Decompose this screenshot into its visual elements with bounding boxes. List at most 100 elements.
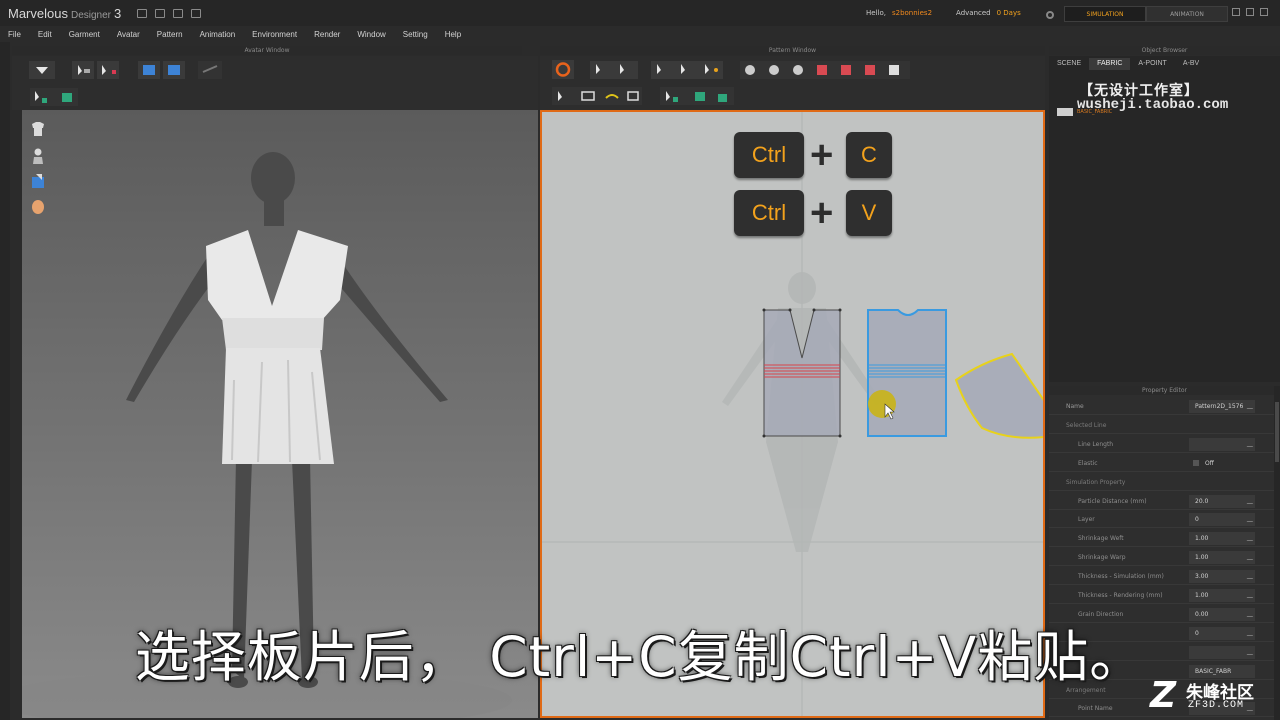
property-row: Layer 0: [1049, 511, 1274, 529]
menu-file[interactable]: File: [0, 30, 30, 39]
property-label: Name: [1066, 403, 1084, 410]
menu-animation[interactable]: Animation: [192, 30, 245, 39]
logo-sub: Designer: [70, 9, 111, 21]
license-plan: Advanced: [956, 9, 991, 17]
v-key: V: [846, 190, 892, 236]
avatar-body-icon[interactable]: [30, 147, 46, 165]
property-label: Shrinkage Warp: [1078, 554, 1126, 562]
open-folder-icon[interactable]: [155, 8, 166, 18]
quick-access-toolbar: [137, 8, 202, 18]
title-bar: Marvelous Designer 3 Hello, s2bonnies2 A…: [0, 0, 1280, 26]
property-row: Shrinkage Weft 1.00: [1049, 530, 1274, 548]
license-days: 0 Days: [996, 9, 1021, 17]
corner-watermark: Z 朱峰社区 ZF3D.COM: [1150, 678, 1276, 718]
avatar-tool-pin-icon[interactable]: [198, 61, 222, 79]
fabric-list-item[interactable]: BASIC_FABRIC: [1057, 108, 1112, 116]
video-subtitle: 选择板片后， Ctrl+C复制Ctrl+V粘贴。: [134, 625, 1146, 689]
pattern-toolbar-icons: [552, 60, 910, 105]
plus-sign-bottom: +: [810, 191, 834, 235]
property-row: Elastic Off: [1049, 455, 1274, 472]
simulate-toggle-icon[interactable]: [552, 60, 574, 79]
property-value: 20.0: [1195, 497, 1209, 505]
property-value: Pattern2D_1576: [1195, 403, 1244, 410]
watermark-z-logo: Z: [1150, 675, 1177, 716]
tab-a-bv[interactable]: A-BV: [1175, 58, 1207, 70]
logo-main: Marvelous: [8, 5, 68, 21]
plus-sign-top: +: [810, 133, 834, 177]
avatar-tool-down-arrow-icon[interactable]: [29, 61, 55, 79]
minimize-icon[interactable]: [1232, 8, 1240, 16]
select-mesh-pattern-icon[interactable]: [660, 87, 734, 105]
avatar-toolbar-icons: [29, 61, 222, 106]
fabric-swatch: [1057, 108, 1073, 116]
elastic-checkbox[interactable]: [1193, 459, 1199, 466]
watermark-community-url: ZF3D.COM: [1188, 700, 1245, 711]
avatar-texture-icon[interactable]: [30, 172, 46, 190]
property-value: Off: [1205, 459, 1214, 467]
app-window: Marvelous Designer 3 Hello, s2bonnies2 A…: [0, 0, 1280, 720]
hello-label: Hello,: [866, 9, 886, 17]
property-value: 3.00: [1195, 573, 1209, 581]
property-row[interactable]: Simulation Property: [1049, 474, 1274, 491]
edit-curve-icon[interactable]: [651, 61, 723, 79]
avatar-head-icon[interactable]: [30, 198, 46, 216]
avatar-tool-select-mesh-icon[interactable]: [30, 88, 78, 106]
property-label: Line Length: [1078, 440, 1114, 448]
property-label: Particle Distance (mm): [1078, 497, 1147, 505]
username-link[interactable]: s2bonnies2: [892, 9, 932, 17]
avatar-tool-pants-icon[interactable]: [163, 61, 185, 79]
transform-pattern-icon[interactable]: [590, 61, 638, 79]
property-label: Point Name: [1078, 705, 1113, 713]
menu-avatar[interactable]: Avatar: [109, 30, 149, 39]
menu-render[interactable]: Render: [306, 30, 349, 39]
avatar-tool-select-icon[interactable]: [72, 61, 94, 79]
window-controls: [1232, 8, 1268, 16]
property-value-field[interactable]: [1189, 437, 1255, 451]
property-editor-header: Property Editor: [1049, 386, 1280, 395]
avatar-window-header: Avatar Window: [12, 46, 522, 55]
property-value: 1.00: [1195, 554, 1209, 562]
tab-simulation[interactable]: SIMULATION: [1064, 6, 1146, 22]
menu-setting[interactable]: Setting: [395, 30, 437, 39]
object-browser: SCENE FABRIC A-POINT A-BV 【无设计工作室】 wushe…: [1049, 56, 1280, 382]
pattern-toolbar: [540, 56, 1045, 110]
menu-garment[interactable]: Garment: [61, 30, 109, 39]
property-value: 1.00: [1195, 535, 1209, 543]
object-browser-tabs: SCENE FABRIC A-POINT A-BV: [1049, 58, 1207, 70]
property-row: Shrinkage Warp 1.00: [1049, 549, 1274, 567]
property-row: Thickness - Rendering (mm) 1.00: [1049, 587, 1274, 604]
property-scrollbar-thumb[interactable]: [1275, 402, 1279, 462]
menu-window[interactable]: Window: [349, 30, 394, 39]
ctrl-key-top: Ctrl: [734, 132, 804, 178]
undo-icon[interactable]: [173, 8, 184, 18]
user-info: Hello, s2bonnies2 Advanced 0 Days: [866, 0, 1021, 26]
close-icon[interactable]: [1260, 8, 1268, 16]
menu-pattern[interactable]: Pattern: [149, 30, 192, 39]
avatar-garment-icon[interactable]: [30, 120, 46, 138]
tab-scene[interactable]: SCENE: [1049, 58, 1089, 70]
tab-a-point[interactable]: A-POINT: [1130, 58, 1174, 70]
property-row[interactable]: Selected Line: [1049, 417, 1274, 434]
settings-gear-icon[interactable]: [1046, 11, 1054, 19]
menu-edit[interactable]: Edit: [30, 30, 61, 39]
seam-tool-icon[interactable]: [552, 87, 642, 105]
ctrl-key-bottom: Ctrl: [734, 190, 804, 236]
new-file-icon[interactable]: [137, 8, 148, 18]
fabric-name: BASIC_FABRIC: [1077, 109, 1113, 115]
avatar-tool-select-point-icon[interactable]: [97, 61, 119, 79]
tab-fabric[interactable]: FABRIC: [1089, 58, 1131, 70]
menu-environment[interactable]: Environment: [244, 30, 306, 39]
redo-icon[interactable]: [191, 8, 202, 18]
property-row: Particle Distance (mm) 20.0: [1049, 493, 1274, 510]
polygon-tool-icon[interactable]: [740, 61, 910, 79]
property-label: Thickness - Simulation (mm): [1078, 573, 1164, 581]
property-row: Line Length: [1049, 436, 1274, 453]
property-row: Name Pattern2D_1576: [1049, 398, 1274, 415]
skirt-pattern-piece[interactable]: [954, 352, 1043, 439]
c-key: C: [846, 132, 892, 178]
tab-animation[interactable]: ANIMATION: [1146, 6, 1228, 22]
menu-help[interactable]: Help: [437, 30, 470, 39]
maximize-icon[interactable]: [1246, 8, 1254, 16]
property-label: Selected Line: [1066, 421, 1107, 429]
avatar-tool-shirt-icon[interactable]: [138, 61, 160, 79]
